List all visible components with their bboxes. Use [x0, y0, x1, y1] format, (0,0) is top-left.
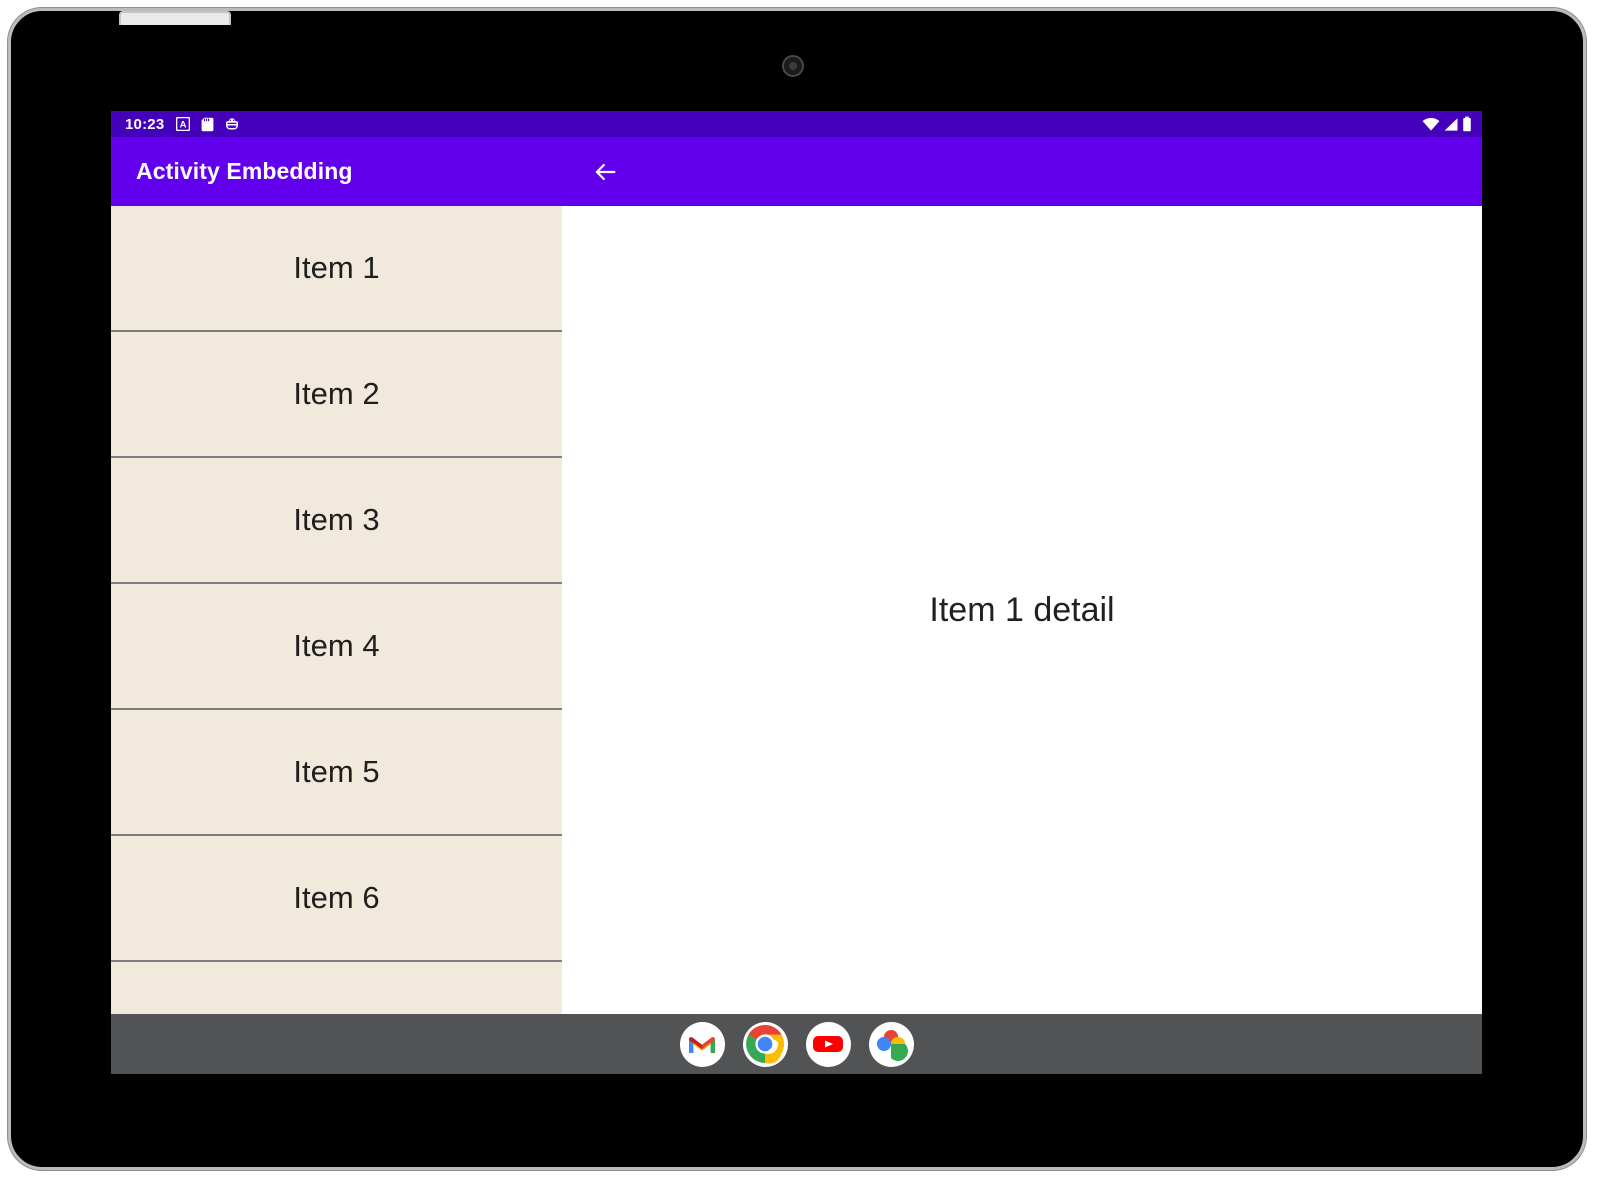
list-item-label: Item 1: [293, 250, 380, 285]
list-item[interactable]: [111, 962, 562, 1014]
list-pane[interactable]: Item 1 Item 2 Item 3 Item 4 Item 5 Item …: [111, 206, 562, 1014]
wifi-icon: [1422, 117, 1440, 132]
device-top-tab: [119, 11, 231, 25]
list-item-label: Item 3: [293, 502, 380, 537]
google-photos-icon[interactable]: [868, 1021, 914, 1067]
detail-pane: Item 1 detail: [562, 206, 1482, 1014]
list-item-label: Item 4: [293, 628, 380, 663]
list-item-label: Item 6: [293, 880, 380, 915]
svg-text:A: A: [180, 120, 187, 131]
detail-text: Item 1 detail: [929, 590, 1115, 629]
taskbar: [111, 1014, 1482, 1074]
list-item[interactable]: Item 1: [111, 206, 562, 332]
content-area: Item 1 Item 2 Item 3 Item 4 Item 5 Item …: [111, 206, 1482, 1014]
app-bar-title: Activity Embedding: [136, 158, 353, 184]
front-camera-icon: [782, 55, 804, 77]
list-item[interactable]: Item 5: [111, 710, 562, 836]
sd-card-icon: [201, 117, 214, 132]
battery-icon: [1462, 116, 1472, 132]
back-arrow-icon[interactable]: [583, 150, 627, 194]
device-screen: 10:23 A Activity Embedding Item 1 Item 2…: [111, 111, 1482, 1074]
list-item-label: Item 5: [293, 754, 380, 789]
list-item[interactable]: Item 6: [111, 836, 562, 962]
status-system-icons: [1422, 116, 1472, 132]
device-frame: 10:23 A Activity Embedding Item 1 Item 2…: [8, 8, 1586, 1170]
list-item[interactable]: Item 3: [111, 458, 562, 584]
status-bar: 10:23 A: [111, 111, 1482, 137]
status-clock: 10:23: [125, 115, 165, 133]
app-bar: Activity Embedding: [111, 137, 1482, 206]
gmail-icon[interactable]: [679, 1021, 725, 1067]
cellular-signal-icon: [1443, 117, 1459, 132]
chrome-icon[interactable]: [742, 1021, 788, 1067]
android-debug-icon: [225, 117, 239, 131]
status-notification-icons: A: [176, 117, 239, 132]
list-item-label: Item 2: [293, 376, 380, 411]
list-item[interactable]: Item 2: [111, 332, 562, 458]
youtube-icon[interactable]: [805, 1021, 851, 1067]
letter-a-badge-icon: A: [176, 117, 191, 131]
list-item[interactable]: Item 4: [111, 584, 562, 710]
